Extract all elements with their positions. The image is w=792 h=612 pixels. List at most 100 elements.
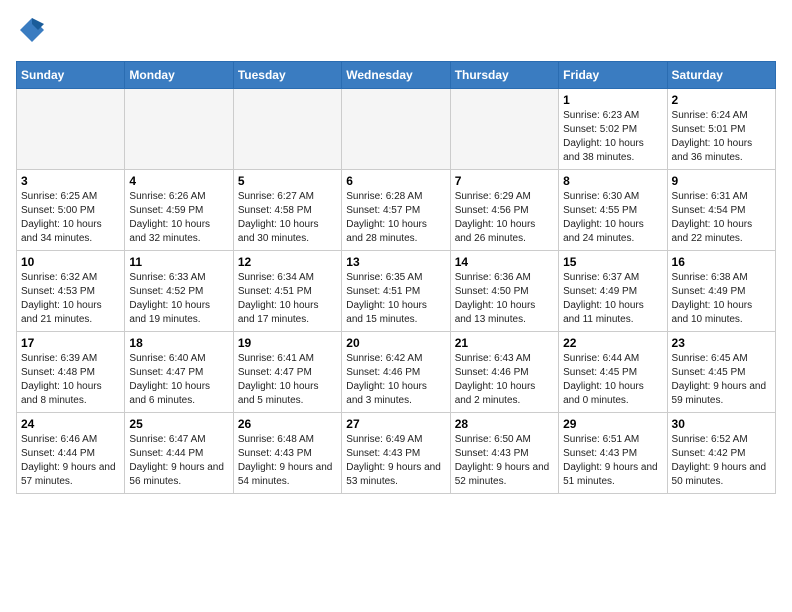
day-info: Sunrise: 6:35 AM Sunset: 4:51 PM Dayligh… xyxy=(346,271,445,327)
day-info: Sunrise: 6:25 AM Sunset: 5:00 PM Dayligh… xyxy=(21,190,120,246)
day-info: Sunrise: 6:32 AM Sunset: 4:53 PM Dayligh… xyxy=(21,271,120,327)
page-header xyxy=(16,16,776,49)
calendar-table: SundayMondayTuesdayWednesdayThursdayFrid… xyxy=(16,61,776,494)
day-number: 3 xyxy=(21,174,120,188)
calendar-day-cell: 9 Sunrise: 6:31 AM Sunset: 4:54 PM Daylig… xyxy=(667,170,775,251)
calendar-day-cell: 21 Sunrise: 6:43 AM Sunset: 4:46 PM Dayli… xyxy=(450,332,558,413)
day-number: 12 xyxy=(238,255,337,269)
calendar-week-row: 10 Sunrise: 6:32 AM Sunset: 4:53 PM Dayli… xyxy=(17,251,776,332)
calendar-day-cell: 25 Sunrise: 6:47 AM Sunset: 4:44 PM Dayli… xyxy=(125,413,233,494)
day-number: 22 xyxy=(563,336,662,350)
day-number: 2 xyxy=(672,93,771,107)
calendar-day-cell: 18Sunrise: 6:40 AM Sunset: 4:47 PM Dayli… xyxy=(125,332,233,413)
calendar-day-cell: 20 Sunrise: 6:42 AM Sunset: 4:46 PM Dayli… xyxy=(342,332,450,413)
day-info: Sunrise: 6:44 AM Sunset: 4:45 PM Dayligh… xyxy=(563,352,662,408)
day-number: 4 xyxy=(129,174,228,188)
calendar-day-cell: 14 Sunrise: 6:36 AM Sunset: 4:50 PM Dayli… xyxy=(450,251,558,332)
day-info: Sunrise: 6:52 AM Sunset: 4:42 PM Dayligh… xyxy=(672,433,771,489)
day-number: 21 xyxy=(455,336,554,350)
calendar-day-cell: 19Sunrise: 6:41 AM Sunset: 4:47 PM Dayli… xyxy=(233,332,341,413)
day-info: Sunrise: 6:48 AM Sunset: 4:43 PM Dayligh… xyxy=(238,433,337,489)
day-number: 24 xyxy=(21,417,120,431)
day-number: 7 xyxy=(455,174,554,188)
calendar-day-cell: 15 Sunrise: 6:37 AM Sunset: 4:49 PM Dayli… xyxy=(559,251,667,332)
day-number: 16 xyxy=(672,255,771,269)
calendar-week-row: 3 Sunrise: 6:25 AM Sunset: 5:00 PM Daylig… xyxy=(17,170,776,251)
calendar-day-cell xyxy=(233,89,341,170)
calendar-day-cell: 6 Sunrise: 6:28 AM Sunset: 4:57 PM Daylig… xyxy=(342,170,450,251)
day-number: 5 xyxy=(238,174,337,188)
day-info: Sunrise: 6:49 AM Sunset: 4:43 PM Dayligh… xyxy=(346,433,445,489)
day-info: Sunrise: 6:31 AM Sunset: 4:54 PM Dayligh… xyxy=(672,190,771,246)
weekday-header: Tuesday xyxy=(233,62,341,89)
calendar-day-cell: 17 Sunrise: 6:39 AM Sunset: 4:48 PM Dayli… xyxy=(17,332,125,413)
day-number: 20 xyxy=(346,336,445,350)
day-number: 30 xyxy=(672,417,771,431)
day-number: 13 xyxy=(346,255,445,269)
day-info: Sunrise: 6:28 AM Sunset: 4:57 PM Dayligh… xyxy=(346,190,445,246)
day-info: Sunrise: 6:45 AM Sunset: 4:45 PM Dayligh… xyxy=(672,352,771,408)
day-info: Sunrise: 6:27 AM Sunset: 4:58 PM Dayligh… xyxy=(238,190,337,246)
day-info: Sunrise: 6:47 AM Sunset: 4:44 PM Dayligh… xyxy=(129,433,228,489)
calendar-week-row: 17 Sunrise: 6:39 AM Sunset: 4:48 PM Dayli… xyxy=(17,332,776,413)
day-info: Sunrise: 6:36 AM Sunset: 4:50 PM Dayligh… xyxy=(455,271,554,327)
day-info: Sunrise: 6:51 AM Sunset: 4:43 PM Dayligh… xyxy=(563,433,662,489)
day-number: 18 xyxy=(129,336,228,350)
day-number: 25 xyxy=(129,417,228,431)
day-info: Sunrise: 6:43 AM Sunset: 4:46 PM Dayligh… xyxy=(455,352,554,408)
day-number: 17 xyxy=(21,336,120,350)
calendar-body: 1 Sunrise: 6:23 AM Sunset: 5:02 PM Daylig… xyxy=(17,89,776,494)
calendar-day-cell: 5 Sunrise: 6:27 AM Sunset: 4:58 PM Daylig… xyxy=(233,170,341,251)
calendar-day-cell: 2 Sunrise: 6:24 AM Sunset: 5:01 PM Daylig… xyxy=(667,89,775,170)
day-number: 1 xyxy=(563,93,662,107)
calendar-day-cell xyxy=(125,89,233,170)
calendar-day-cell: 4Sunrise: 6:26 AM Sunset: 4:59 PM Daylig… xyxy=(125,170,233,251)
logo-icon xyxy=(18,16,46,44)
day-info: Sunrise: 6:37 AM Sunset: 4:49 PM Dayligh… xyxy=(563,271,662,327)
day-number: 29 xyxy=(563,417,662,431)
day-info: Sunrise: 6:46 AM Sunset: 4:44 PM Dayligh… xyxy=(21,433,120,489)
day-number: 15 xyxy=(563,255,662,269)
calendar-day-cell: 23Sunrise: 6:45 AM Sunset: 4:45 PM Dayli… xyxy=(667,332,775,413)
weekday-header: Wednesday xyxy=(342,62,450,89)
day-number: 14 xyxy=(455,255,554,269)
calendar-day-cell: 24 Sunrise: 6:46 AM Sunset: 4:44 PM Dayli… xyxy=(17,413,125,494)
day-info: Sunrise: 6:23 AM Sunset: 5:02 PM Dayligh… xyxy=(563,109,662,165)
calendar-day-cell: 8 Sunrise: 6:30 AM Sunset: 4:55 PM Daylig… xyxy=(559,170,667,251)
day-info: Sunrise: 6:42 AM Sunset: 4:46 PM Dayligh… xyxy=(346,352,445,408)
calendar-day-cell: 13 Sunrise: 6:35 AM Sunset: 4:51 PM Dayli… xyxy=(342,251,450,332)
calendar-header: SundayMondayTuesdayWednesdayThursdayFrid… xyxy=(17,62,776,89)
weekday-header: Monday xyxy=(125,62,233,89)
calendar-day-cell: 30 Sunrise: 6:52 AM Sunset: 4:42 PM Dayli… xyxy=(667,413,775,494)
calendar-day-cell xyxy=(17,89,125,170)
calendar-week-row: 24 Sunrise: 6:46 AM Sunset: 4:44 PM Dayli… xyxy=(17,413,776,494)
day-info: Sunrise: 6:30 AM Sunset: 4:55 PM Dayligh… xyxy=(563,190,662,246)
day-number: 26 xyxy=(238,417,337,431)
day-info: Sunrise: 6:50 AM Sunset: 4:43 PM Dayligh… xyxy=(455,433,554,489)
day-info: Sunrise: 6:24 AM Sunset: 5:01 PM Dayligh… xyxy=(672,109,771,165)
calendar-day-cell: 16Sunrise: 6:38 AM Sunset: 4:49 PM Dayli… xyxy=(667,251,775,332)
logo xyxy=(16,16,46,49)
calendar-day-cell: 28 Sunrise: 6:50 AM Sunset: 4:43 PM Dayli… xyxy=(450,413,558,494)
weekday-row: SundayMondayTuesdayWednesdayThursdayFrid… xyxy=(17,62,776,89)
day-info: Sunrise: 6:29 AM Sunset: 4:56 PM Dayligh… xyxy=(455,190,554,246)
day-info: Sunrise: 6:39 AM Sunset: 4:48 PM Dayligh… xyxy=(21,352,120,408)
weekday-header: Sunday xyxy=(17,62,125,89)
calendar-day-cell: 7 Sunrise: 6:29 AM Sunset: 4:56 PM Daylig… xyxy=(450,170,558,251)
day-number: 8 xyxy=(563,174,662,188)
calendar-day-cell: 3 Sunrise: 6:25 AM Sunset: 5:00 PM Daylig… xyxy=(17,170,125,251)
day-number: 6 xyxy=(346,174,445,188)
calendar-day-cell: 27Sunrise: 6:49 AM Sunset: 4:43 PM Dayli… xyxy=(342,413,450,494)
day-info: Sunrise: 6:34 AM Sunset: 4:51 PM Dayligh… xyxy=(238,271,337,327)
calendar-week-row: 1 Sunrise: 6:23 AM Sunset: 5:02 PM Daylig… xyxy=(17,89,776,170)
weekday-header: Thursday xyxy=(450,62,558,89)
day-number: 28 xyxy=(455,417,554,431)
calendar-day-cell: 11Sunrise: 6:33 AM Sunset: 4:52 PM Dayli… xyxy=(125,251,233,332)
calendar-day-cell xyxy=(450,89,558,170)
calendar-day-cell xyxy=(342,89,450,170)
day-number: 9 xyxy=(672,174,771,188)
calendar-day-cell: 12 Sunrise: 6:34 AM Sunset: 4:51 PM Dayli… xyxy=(233,251,341,332)
day-number: 10 xyxy=(21,255,120,269)
calendar-day-cell: 26 Sunrise: 6:48 AM Sunset: 4:43 PM Dayli… xyxy=(233,413,341,494)
weekday-header: Friday xyxy=(559,62,667,89)
